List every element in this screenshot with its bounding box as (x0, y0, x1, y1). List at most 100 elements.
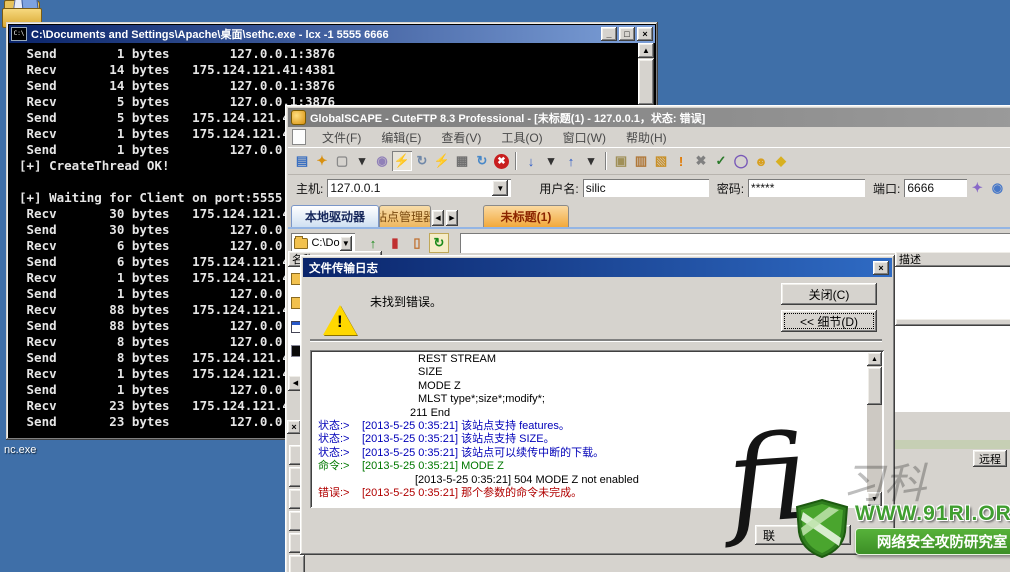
log-scroll-thumb[interactable] (867, 367, 882, 405)
menu-tools[interactable]: 工具(O) (491, 129, 552, 146)
download-icon[interactable]: ↓ (521, 151, 541, 171)
cuteftp-app-icon (291, 110, 306, 125)
verify-icon[interactable]: ✓ (711, 151, 731, 171)
globe-icon[interactable]: ◯ (731, 151, 751, 171)
refresh-icon[interactable]: ↻ (472, 151, 492, 171)
port-input[interactable]: 6666 (904, 179, 968, 197)
tab-scroll-right-icon[interactable]: ▶ (446, 210, 458, 226)
host-dropdown-icon[interactable]: ▼ (492, 180, 509, 196)
menu-edit[interactable]: 编辑(E) (371, 129, 431, 146)
stop-icon[interactable]: ✖ (494, 153, 509, 169)
document-icon (292, 129, 306, 145)
new-dropdown-icon[interactable]: ▾ (352, 151, 372, 171)
cuteftp-tabrow: 本地驱动器 站点管理器 ◀ ▶ 未标题(1) (288, 201, 1010, 229)
username-input[interactable]: silic (582, 179, 709, 197)
priority-icon[interactable]: ! (671, 151, 691, 171)
browser-icon[interactable]: ◉ (987, 178, 1007, 198)
cuteftp-title-text: GlobalSCAPE - CuteFTP 8.3 Professional -… (310, 112, 706, 125)
cuteftp-titlebar[interactable]: GlobalSCAPE - CuteFTP 8.3 Professional -… (288, 108, 1010, 127)
reconnect-icon[interactable]: ↻ (412, 151, 432, 171)
log-label: 状态:> (318, 446, 350, 459)
menu-view[interactable]: 查看(V) (431, 129, 491, 146)
tab-site-manager[interactable]: 站点管理器 (379, 205, 431, 227)
new-document-icon[interactable]: ▢ (332, 151, 352, 171)
dialog-close-icon[interactable]: × (873, 260, 889, 275)
host-label: 主机: (296, 181, 324, 196)
log-text: REST STREAM (418, 353, 497, 365)
desktop: nc.exe C:\ C:\Documents and Settings\Apa… (0, 0, 1010, 572)
log-text: [2013-5-25 0:35:21] 该站点可以续传中断的下载。 (362, 446, 605, 459)
queue-toolbar-cell[interactable] (289, 555, 305, 572)
status-strip (893, 440, 1010, 449)
log-label: 错误:> (318, 486, 350, 499)
console-title-text: C:\Documents and Settings\Apache\桌面\seth… (31, 29, 389, 41)
security-icon[interactable]: ◆ (771, 151, 791, 171)
log-text: [2013-5-25 0:35:21] 那个参数的命令未完成。 (362, 486, 583, 499)
upload-dropdown-icon[interactable]: ▾ (581, 151, 601, 171)
console-close-button[interactable]: × (637, 27, 653, 41)
connect-icon[interactable]: ⚡ (392, 151, 412, 171)
console-maximize-button[interactable]: □ (619, 27, 635, 41)
scroll-thumb[interactable] (638, 59, 654, 105)
pin-icon[interactable]: ◉ (372, 151, 392, 171)
remote-list-bottom (895, 326, 1010, 412)
drive-value: C:\Do (311, 237, 340, 249)
scroll-up-icon[interactable]: ▲ (638, 43, 654, 58)
log-label: 状态:> (318, 433, 350, 446)
host-combobox[interactable]: 127.0.0.1 ▼ (327, 179, 512, 197)
details-button[interactable]: << 细节(D) (781, 310, 877, 332)
delete-icon[interactable]: ▯ (407, 233, 427, 253)
bookmark-icon[interactable]: ▮ (385, 233, 405, 253)
description-column-header[interactable]: 描述 (895, 251, 1010, 267)
drive-dropdown-icon[interactable]: ▼ (339, 235, 352, 251)
disconnect-icon[interactable]: ⚡ (432, 151, 452, 171)
drive-combobox[interactable]: C:\Do ▼ (291, 233, 355, 253)
pane-splitter[interactable] (895, 318, 1010, 326)
remote-pane-tab[interactable]: 远程 (973, 450, 1007, 467)
log-text: [2013-5-25 0:35:21] 504 MODE Z not enabl… (415, 473, 639, 486)
quick-connect-icon[interactable]: ✦ (967, 178, 987, 198)
support-icon[interactable]: ☻ (751, 151, 771, 171)
up-directory-icon[interactable]: ↑ (363, 233, 383, 253)
toolbar-separator (605, 152, 607, 170)
url-icon[interactable]: ▦ (452, 151, 472, 171)
download-dropdown-icon[interactable]: ▾ (541, 151, 561, 171)
session-log-icon[interactable]: ▥ (631, 151, 651, 171)
password-label: 密码: (716, 181, 745, 196)
log-scroll-up-icon[interactable]: ▲ (867, 352, 882, 366)
log-text: MODE Z (418, 379, 461, 392)
brand-url-text: WWW.91RI.ORG (855, 501, 1010, 525)
log-text: MLST type*;size*;modify*; (418, 393, 545, 406)
sync-browse-icon[interactable]: ↻ (429, 233, 449, 253)
path-input[interactable] (460, 233, 1010, 253)
upload-icon[interactable]: ↑ (561, 151, 581, 171)
password-input[interactable]: ***** (748, 179, 866, 197)
log-label: 状态:> (318, 419, 350, 432)
desktop-shortcut-label[interactable]: nc.exe (4, 444, 36, 456)
console-minimize-button[interactable]: _ (601, 27, 617, 41)
connection-wizard-icon[interactable]: ✦ (312, 151, 332, 171)
tab-local-drives[interactable]: 本地驱动器 (291, 205, 379, 227)
menu-help[interactable]: 帮助(H) (616, 129, 677, 146)
log-label: 命令:> (318, 460, 350, 473)
dialog-titlebar[interactable]: 文件传输日志 × (303, 258, 892, 277)
new-folder-icon[interactable]: ▧ (651, 151, 671, 171)
console-line: Send 1 bytes 127.0.0.1:3876 (19, 46, 336, 61)
log-text: 211 End (410, 406, 451, 419)
console-line: Send 14 bytes 127.0.0.1:3876 (19, 78, 336, 93)
cuteftp-toolbar: ▤ ✦ ▢ ▾ ◉ ⚡ ↻ ⚡ ▦ ↻ ✖ ↓ ▾ ↑ ▾ ▣ ▥ ▧! ✖ ✓ ◯ ☻ ◆ (288, 148, 1010, 175)
menu-file[interactable]: 文件(F) (312, 129, 371, 146)
shield-icon (795, 498, 849, 558)
remove-icon[interactable]: ✖ (691, 151, 711, 171)
queue-pane-close-icon[interactable]: × (287, 420, 301, 434)
console-titlebar[interactable]: C:\ C:\Documents and Settings\Apache\桌面\… (9, 25, 655, 43)
tab-untitled[interactable]: 未标题(1) (483, 205, 569, 227)
tab-scroll-left-icon[interactable]: ◀ (432, 210, 444, 226)
site-manager-icon[interactable]: ▤ (292, 151, 312, 171)
transfer-queue-icon[interactable]: ▣ (611, 151, 631, 171)
menu-window[interactable]: 窗口(W) (553, 129, 616, 146)
brand-watermark: WWW.91RI.ORG 网络安全攻防研究室 (795, 498, 1010, 558)
separator (310, 339, 882, 341)
dialog-title-text: 文件传输日志 (309, 262, 378, 275)
close-button[interactable]: 关闭(C) (781, 283, 877, 305)
